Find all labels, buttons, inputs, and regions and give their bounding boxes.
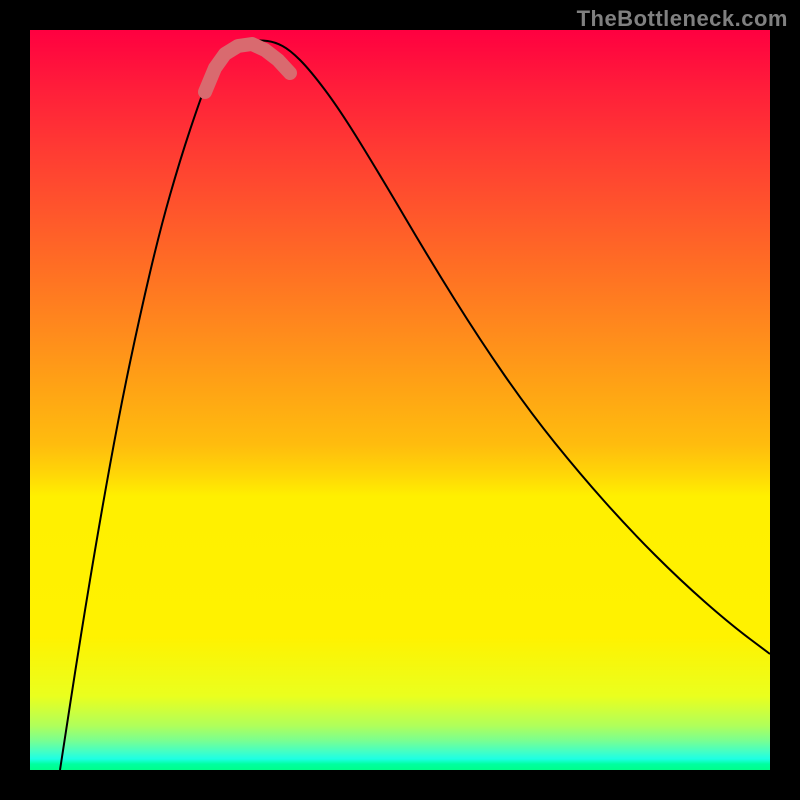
curve-svg xyxy=(30,30,770,770)
watermark-text: TheBottleneck.com xyxy=(577,6,788,32)
bottleneck-curve xyxy=(60,41,770,771)
highlight-segment xyxy=(205,44,290,92)
chart-outer-frame: TheBottleneck.com xyxy=(0,0,800,800)
plot-area xyxy=(30,30,770,770)
